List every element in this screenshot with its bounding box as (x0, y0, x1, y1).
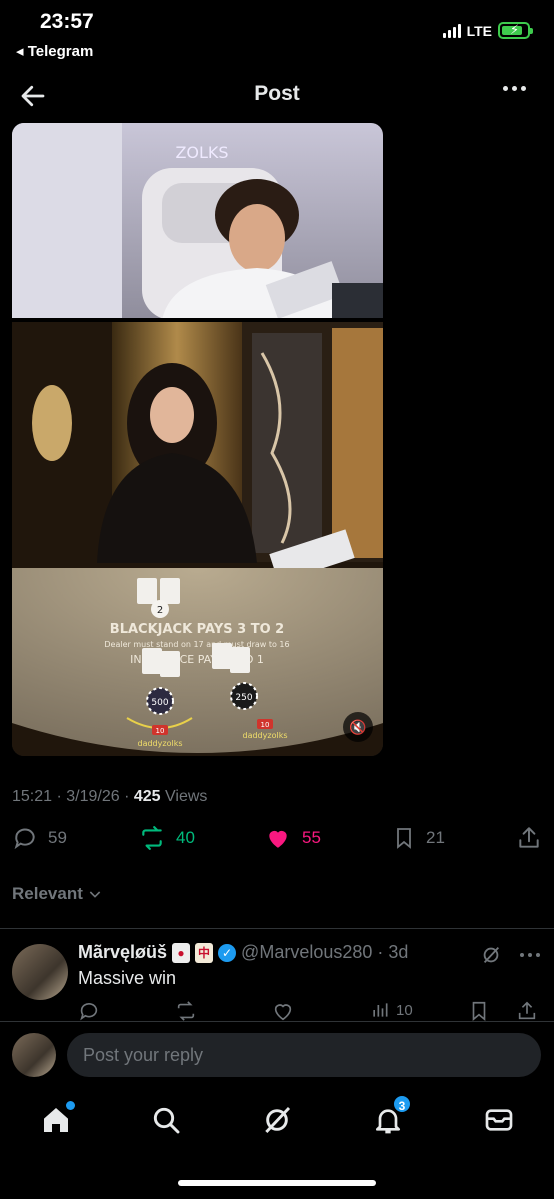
reply-bookmark-icon[interactable] (468, 1000, 490, 1022)
home-unread-dot (66, 1101, 75, 1110)
video-frame: ZOLKS 2 BLACKJACK PAYS 3 TO 2 Dealer mus… (12, 123, 383, 756)
sort-label: Relevant (12, 884, 83, 903)
reply-handle[interactable]: @Marvelous280 (241, 942, 372, 963)
status-bar: 23:57 ◂ Telegram LTE ⚡ (0, 0, 554, 70)
tab-messages[interactable] (483, 1104, 515, 1136)
grok-icon[interactable] (480, 944, 502, 966)
back-to-telegram-link[interactable]: ◂ Telegram (16, 42, 93, 60)
reply-repost-icon[interactable] (174, 1000, 198, 1022)
divider (0, 928, 554, 929)
search-icon (153, 1107, 180, 1134)
tab-grok[interactable] (261, 1104, 293, 1136)
chip-250: 250 (235, 693, 252, 703)
hand-total: 2 (157, 605, 163, 616)
more-options-icon[interactable] (503, 86, 526, 91)
heart-icon (269, 830, 287, 848)
reply-composer (0, 1022, 554, 1090)
chevron-down-icon (89, 891, 101, 898)
mail-icon (485, 1109, 513, 1131)
avatar[interactable] (12, 944, 68, 1000)
bookmark-button[interactable]: 21 (392, 825, 445, 851)
reply-heart-icon[interactable] (272, 1000, 294, 1022)
post-actions: 59 40 55 21 (0, 825, 554, 861)
post-header: Post (0, 72, 554, 118)
share-button[interactable] (516, 825, 542, 851)
reply-views-count: 10 (396, 1001, 413, 1019)
reply-item[interactable]: Mãrvęløüš ● 中 ✓ @Marvelous280 · 3d Massi… (0, 940, 554, 1022)
chip-small-left: 10 (156, 727, 165, 735)
repost-button[interactable]: 40 (138, 825, 195, 851)
share-icon (519, 827, 539, 848)
network-label: LTE (466, 22, 492, 39)
repost-icon (142, 826, 162, 850)
sort-dropdown[interactable]: Relevant (12, 884, 103, 904)
reply-author-name[interactable]: Mãrvęløüš (78, 942, 167, 963)
tab-home[interactable] (40, 1101, 75, 1136)
tab-notifications[interactable]: 3 (372, 1094, 412, 1136)
tab-search[interactable] (150, 1104, 182, 1136)
home-indicator (178, 1180, 376, 1186)
neon-sign: ZOLKS (175, 143, 228, 162)
like-count: 55 (302, 828, 321, 847)
reply-icon (14, 828, 35, 850)
player-label-left: daddyzolks (138, 739, 183, 748)
reply-share-icon[interactable] (516, 1000, 538, 1022)
table-text-1: BLACKJACK PAYS 3 TO 2 (110, 622, 284, 637)
reply-comment-icon[interactable] (78, 1000, 100, 1022)
post-timestamp: 15:21 · 3/19/26 · (12, 788, 134, 805)
page-title: Post (254, 82, 300, 105)
grok-icon (265, 1106, 291, 1134)
reply-text: Massive win (78, 968, 177, 988)
like-button[interactable]: 55 (264, 825, 321, 851)
status-indicators: LTE ⚡ (442, 22, 533, 39)
repost-count: 40 (176, 828, 195, 847)
reply-header: Mãrvęløüš ● 中 ✓ @Marvelous280 · 3d (78, 942, 408, 963)
mute-toggle-icon[interactable]: 🔇 (343, 712, 373, 742)
player-label-right: daddyzolks (243, 731, 288, 740)
reply-button[interactable]: 59 (12, 825, 67, 851)
views-count: 425 (133, 788, 161, 805)
post-meta: 15:21 · 3/19/26 · 425 Views (12, 788, 207, 806)
signal-icon (442, 23, 461, 38)
bottom-tab-bar: 3 (0, 1090, 554, 1152)
chip-small-right: 10 (261, 721, 270, 729)
reply-count: 59 (48, 828, 67, 847)
views-label: Views (160, 788, 208, 805)
bookmark-count: 21 (426, 828, 445, 847)
post-video[interactable]: ZOLKS 2 BLACKJACK PAYS 3 TO 2 Dealer mus… (12, 123, 383, 756)
reply-input[interactable] (67, 1033, 541, 1077)
reply-more-icon[interactable] (520, 953, 540, 957)
verified-badge-icon: ✓ (218, 943, 237, 962)
status-time: 23:57 (40, 10, 94, 33)
reply-time: · 3d (377, 942, 409, 962)
bookmark-icon (397, 828, 411, 849)
reply-top-actions (480, 944, 540, 966)
views-chart-icon (373, 1003, 388, 1017)
mahjong-emoji-icon: 中 (195, 942, 214, 963)
notifications-badge: 3 (392, 1094, 412, 1114)
table-text-2: Dealer must stand on 17 and must draw to… (104, 640, 289, 649)
reply-views[interactable]: 10 (370, 1000, 413, 1020)
battery-icon: ⚡ (498, 22, 533, 39)
current-user-avatar[interactable] (12, 1033, 56, 1077)
flag-emoji-icon: ● (172, 942, 191, 963)
chip-500: 500 (151, 698, 168, 708)
reply-actions: 10 (78, 1000, 548, 1022)
